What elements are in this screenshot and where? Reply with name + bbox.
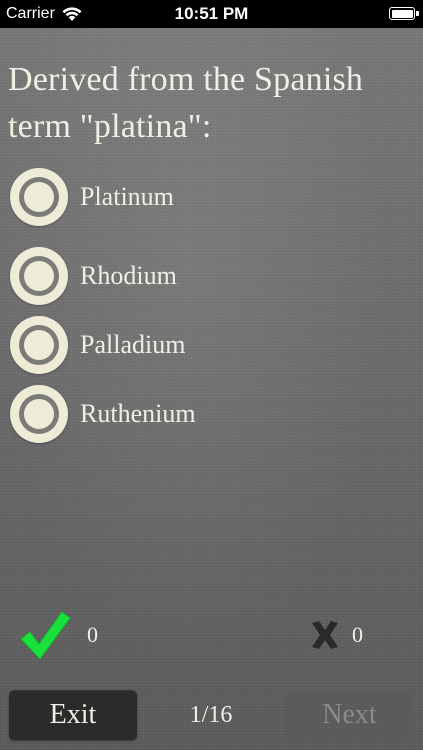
- answer-option-ruthenium[interactable]: Ruthenium: [10, 385, 390, 443]
- status-time: 10:51 PM: [174, 4, 249, 23]
- answer-option-rhodium[interactable]: Rhodium: [10, 247, 390, 305]
- wrong-count: 0: [352, 622, 363, 647]
- radio-icon[interactable]: [10, 247, 68, 305]
- battery-icon: [389, 7, 419, 20]
- correct-count: 0: [87, 622, 98, 647]
- radio-icon[interactable]: [10, 316, 68, 374]
- answer-label: Platinum: [80, 182, 174, 211]
- radio-icon[interactable]: [10, 385, 68, 443]
- quiz-screen: Carrier 10:51 PM Derived from the Spanis…: [0, 0, 423, 750]
- answer-option-palladium[interactable]: Palladium: [10, 316, 390, 374]
- radio-icon[interactable]: [10, 168, 68, 226]
- wrong-score: 0: [310, 605, 363, 665]
- exit-button[interactable]: Exit: [9, 690, 137, 740]
- answer-option-platinum[interactable]: Platinum: [10, 168, 390, 226]
- status-bar: Carrier 10:51 PM: [0, 0, 423, 28]
- next-button[interactable]: Next: [286, 690, 413, 740]
- correct-score: 0: [18, 605, 98, 665]
- question-progress: 1/16: [189, 701, 233, 728]
- x-icon: [312, 621, 338, 649]
- answer-label: Rhodium: [80, 261, 177, 290]
- question-text: Derived from the Spanish term "platina":: [8, 61, 364, 145]
- check-icon: [20, 611, 71, 660]
- answer-label: Ruthenium: [80, 399, 196, 428]
- answer-label: Palladium: [80, 330, 186, 359]
